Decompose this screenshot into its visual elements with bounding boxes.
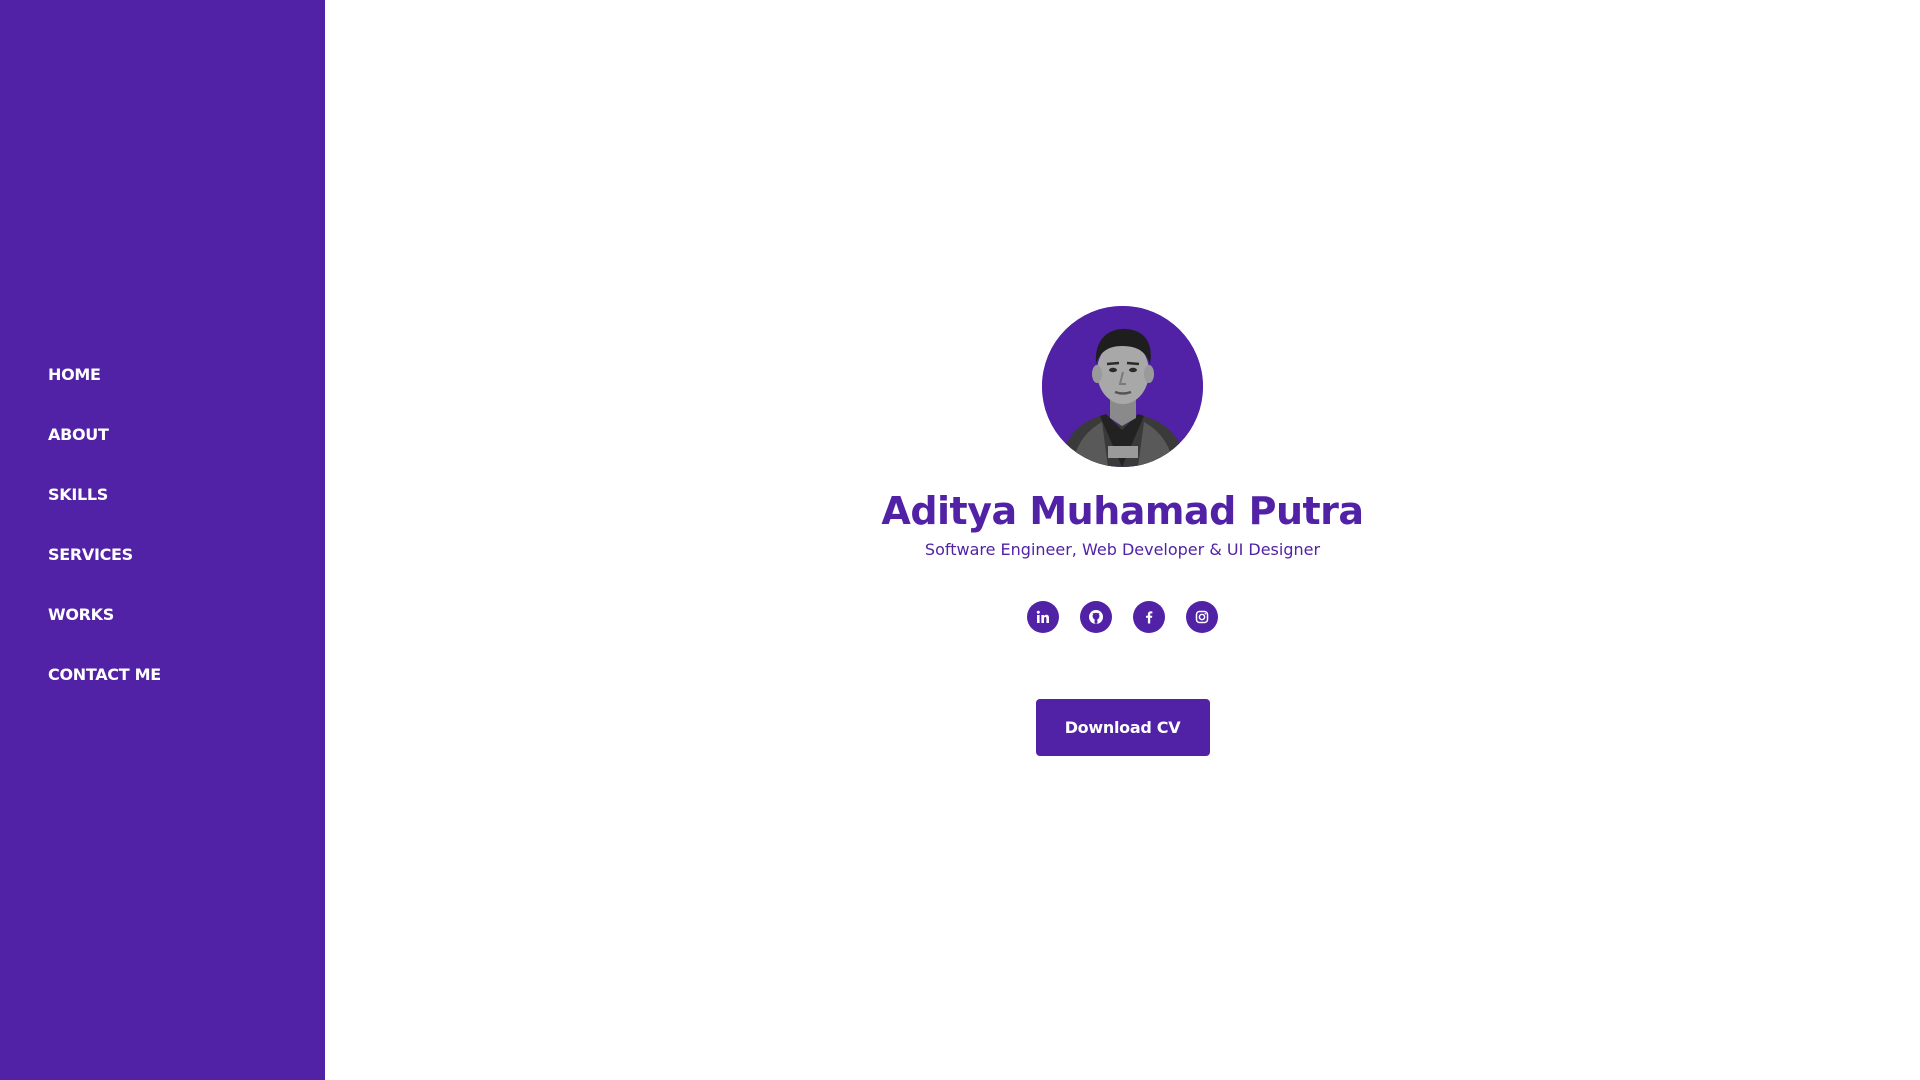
- sidebar-item-contact-me[interactable]: CONTACT ME: [48, 662, 161, 722]
- instagram-icon: [1195, 610, 1209, 624]
- github-icon: [1089, 610, 1103, 624]
- sidebar-item-works[interactable]: WORKS: [48, 602, 161, 662]
- sidebar-item-services[interactable]: SERVICES: [48, 542, 161, 602]
- linkedin-icon: [1036, 610, 1049, 623]
- download-cv-button[interactable]: Download CV: [1035, 699, 1210, 756]
- profile-name: Aditya Muhamad Putra: [881, 489, 1364, 533]
- sidebar-item-about[interactable]: ABOUT: [48, 422, 161, 482]
- facebook-icon: [1146, 611, 1153, 624]
- github-link[interactable]: [1080, 601, 1112, 633]
- main-content: Aditya Muhamad Putra Software Engineer, …: [325, 0, 1920, 1080]
- page: HOME ABOUT SKILLS SERVICES WORKS CONTACT…: [0, 0, 1920, 1080]
- social-links: [1027, 601, 1218, 633]
- sidebar-item-home[interactable]: HOME: [48, 362, 161, 422]
- instagram-link[interactable]: [1186, 601, 1218, 633]
- hero-section: Aditya Muhamad Putra Software Engineer, …: [803, 306, 1443, 756]
- sidebar: HOME ABOUT SKILLS SERVICES WORKS CONTACT…: [0, 0, 325, 1080]
- profile-subtitle: Software Engineer, Web Developer & UI De…: [924, 540, 1321, 559]
- sidebar-item-skills[interactable]: SKILLS: [48, 482, 161, 542]
- linkedin-link[interactable]: [1027, 601, 1059, 633]
- facebook-link[interactable]: [1133, 601, 1165, 633]
- avatar: [1042, 306, 1203, 467]
- profile-photo: [1042, 306, 1203, 467]
- nav-list: HOME ABOUT SKILLS SERVICES WORKS CONTACT…: [48, 362, 161, 722]
